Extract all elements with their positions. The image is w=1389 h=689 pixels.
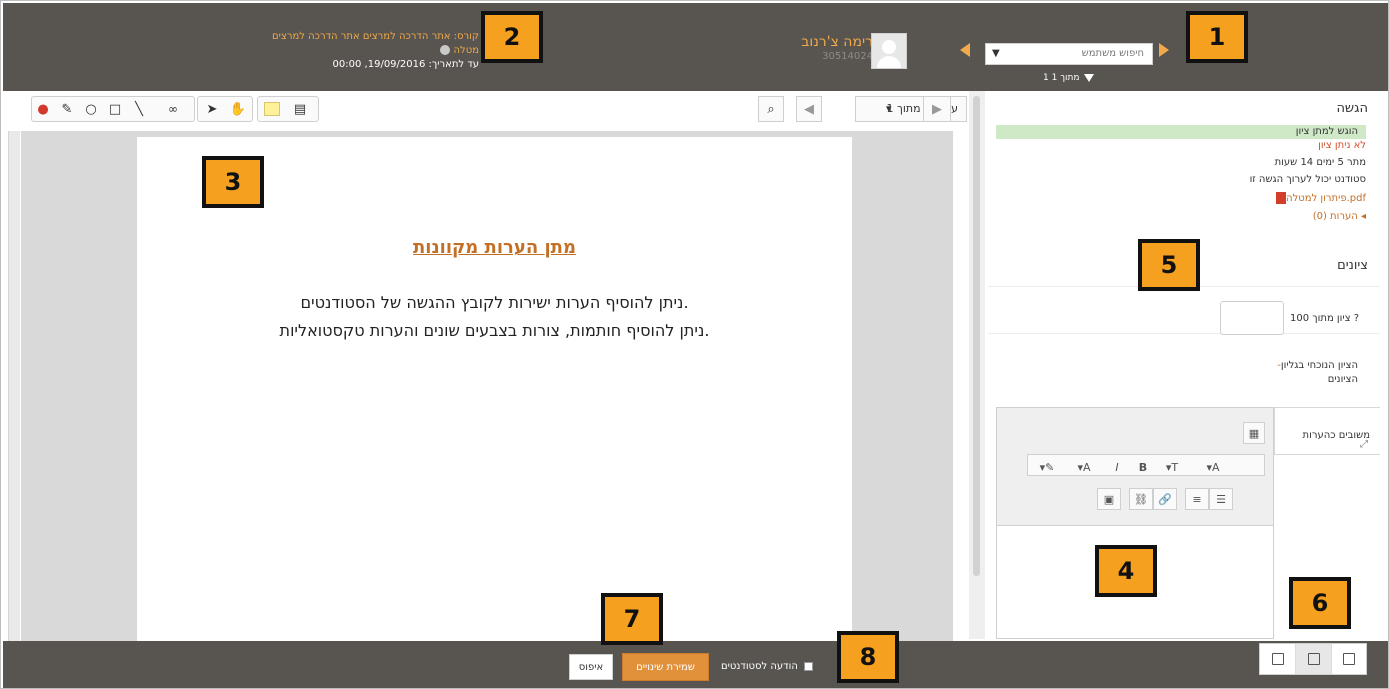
rectangle-icon[interactable]: □ — [105, 98, 125, 120]
next-user-arrow-icon[interactable] — [1159, 43, 1169, 57]
highlight-color-icon[interactable] — [261, 99, 283, 119]
course-link[interactable]: קורס: אתר הדרכה למרצים אתר הדרכה למרצים — [272, 30, 479, 44]
editor-toolbar: ▦ ▾✎ ▾A I B ▾T ▾A ▣ ⛓ 🔗 ≡ ☰ — [997, 408, 1273, 526]
gear-icon[interactable] — [440, 45, 451, 55]
callout-8: 8 — [837, 631, 899, 683]
expand-icon[interactable]: ⤢ — [1360, 439, 1368, 450]
previous-user-arrow-icon[interactable] — [960, 43, 970, 57]
toggle-toolbar-icon[interactable]: ▦ — [1243, 422, 1265, 444]
top-bar: קורס: אתר הדרכה למרצים אתר הדרכה למרצים … — [3, 3, 1388, 91]
link-icon[interactable]: 🔗 — [1153, 488, 1177, 510]
submission-file-link[interactable]: פיתרון למטלה.pdf — [1272, 192, 1366, 204]
comments-link[interactable]: הערות (0) ◂ — [1313, 211, 1366, 222]
layout-collapse-review-panel-icon[interactable] — [1260, 644, 1295, 674]
annotation-toolbar: ● ✎ ○ □ ╲ ∞ ➤ ✋ ▤ ⌕ ◀ עמוד 1 מתוך 1 ▾ ▶ — [23, 96, 967, 126]
layout-icon — [1307, 653, 1320, 665]
notify-label: הודעה לסטודנטים — [721, 661, 798, 672]
callout-2: 2 — [481, 11, 543, 63]
grade-label: ציון מתוך 100 ? — [1290, 313, 1359, 324]
left-scrollbar[interactable] — [8, 131, 20, 641]
user-name[interactable]: רימה צ'רנוב — [795, 33, 873, 51]
filter-icon[interactable] — [1083, 73, 1094, 82]
search-comments-icon[interactable]: ⌕ — [758, 96, 784, 122]
line-icon[interactable]: ╲ — [129, 98, 149, 120]
grade-out-of: ציון מתוך 100 — [1290, 313, 1351, 324]
notify-students[interactable]: הודעה לסטודנטים — [721, 661, 813, 672]
grade-row — [988, 286, 1380, 334]
app-frame: קורס: אתר הדרכה למרצים אתר הדרכה למרצים … — [0, 0, 1389, 689]
due-date: עד לתאריך: 19/09/2016, 00:00 — [332, 59, 479, 70]
document-scrollbar[interactable] — [969, 91, 985, 639]
save-changes-button[interactable]: שמירת שינויים — [622, 653, 709, 681]
user-id: 30514024 — [822, 51, 873, 62]
callout-7: 7 — [601, 593, 663, 645]
time-remaining: מתר 5 ימים 14 שעות — [1274, 157, 1366, 168]
grading-panel: הגשה הוגש למתן ציון לא ניתן ציון מתר 5 י… — [988, 91, 1380, 639]
layout-icon — [1271, 653, 1284, 665]
editable-status: סטודנט יכול לערוך הגשה זו — [1249, 174, 1366, 185]
reset-button[interactable]: איפוס — [569, 654, 613, 680]
document-page[interactable]: מתן הערות מקוונות ניתן להוסיף הערות ישיר… — [137, 137, 852, 641]
file-name[interactable]: פיתרון למטלה.pdf — [1286, 193, 1366, 204]
callout-5: 5 — [1138, 239, 1200, 291]
bullet-list-icon[interactable]: ☰ — [1209, 488, 1233, 510]
text-style-icon[interactable]: ▾A — [1195, 456, 1231, 478]
layout-collapse-grade-panel-icon[interactable] — [1330, 644, 1366, 674]
submission-heading: הגשה — [1336, 101, 1368, 116]
unlink-icon[interactable]: ⛓ — [1129, 488, 1153, 510]
layout-icon — [1342, 653, 1355, 665]
color-drop-icon[interactable]: ● — [33, 98, 53, 120]
filter-status[interactable]: 1 מתוך 1 — [1043, 73, 1094, 83]
comments-label[interactable]: הערות (0) — [1313, 211, 1358, 222]
document-line-1: ניתן להוסיף הערות ישירות לקובץ ההגשה של … — [300, 293, 689, 312]
notify-checkbox[interactable] — [803, 661, 813, 671]
course-info: קורס: אתר הדרכה למרצים אתר הדרכה למרצים … — [272, 30, 479, 72]
grading-status: לא ניתן ציון — [1318, 140, 1366, 151]
pen-icon[interactable]: ✎ — [57, 98, 77, 120]
italic-icon[interactable]: I — [1107, 456, 1127, 478]
callout-4: 4 — [1095, 545, 1157, 597]
chevron-down-icon[interactable]: ▼ — [992, 44, 1000, 64]
scrollbar-thumb[interactable] — [973, 96, 980, 576]
user-info: רימה צ'רנוב 30514024 — [795, 33, 873, 62]
gradebook-line-1: הציון הנוכחי בגליון — [1280, 360, 1358, 371]
feedback-editor[interactable]: ▦ ▾✎ ▾A I B ▾T ▾A ▣ ⛓ 🔗 ≡ ☰ — [996, 407, 1274, 639]
draw-icon[interactable]: ▾✎ — [1033, 456, 1061, 478]
pdf-icon — [1276, 192, 1287, 204]
callout-6: 6 — [1289, 577, 1351, 629]
gradebook-note: -הציון הנוכחי בגליון הציונים — [1273, 359, 1358, 387]
assignment-name[interactable]: מטלה — [454, 45, 480, 56]
avatar[interactable] — [871, 33, 907, 69]
callout-3: 3 — [202, 156, 264, 208]
submission-status: הוגש למתן ציון — [996, 125, 1366, 139]
grades-heading: ציונים — [1337, 258, 1368, 273]
gradebook-line-2: הציונים — [1327, 374, 1358, 385]
layout-buttons — [1259, 643, 1367, 675]
document-title: מתן הערות מקוונות — [413, 237, 576, 258]
bold-icon[interactable]: B — [1133, 456, 1153, 478]
callout-1: 1 — [1186, 11, 1248, 63]
ordered-list-icon[interactable]: ≡ — [1185, 488, 1209, 510]
next-page-icon[interactable]: ▶ — [923, 96, 951, 122]
help-icon[interactable]: ? — [1354, 313, 1359, 324]
image-icon[interactable]: ▣ — [1097, 488, 1121, 510]
document-line-2: ניתן להוסיף חותמות, צורות בצבעים שונים ו… — [279, 321, 710, 340]
hand-pan-icon[interactable]: ✋ — [227, 98, 249, 120]
font-size-icon[interactable]: ▾T — [1157, 456, 1187, 478]
chevron-down-icon[interactable]: ▾ — [886, 97, 892, 121]
grade-input[interactable] — [1220, 301, 1284, 335]
layout-default-icon[interactable] — [1295, 644, 1331, 674]
feedback-tab[interactable]: משובים כהערות ⤢ — [1274, 407, 1380, 455]
previous-page-icon[interactable]: ◀ — [796, 96, 822, 122]
ellipse-icon[interactable]: ○ — [81, 98, 101, 120]
font-color-icon[interactable]: ▾A — [1069, 456, 1099, 478]
cursor-icon[interactable]: ➤ — [201, 98, 223, 120]
filter-label: 1 מתוך 1 — [1043, 73, 1080, 83]
user-search-select[interactable]: ▼ חיפוש משתמש — [985, 43, 1153, 65]
assignment-link[interactable]: מטלה — [272, 44, 479, 58]
comment-icon[interactable]: ▤ — [289, 98, 311, 120]
stamp-icon[interactable]: ∞ — [153, 98, 193, 120]
user-search-placeholder: חיפוש משתמש — [1081, 48, 1144, 59]
